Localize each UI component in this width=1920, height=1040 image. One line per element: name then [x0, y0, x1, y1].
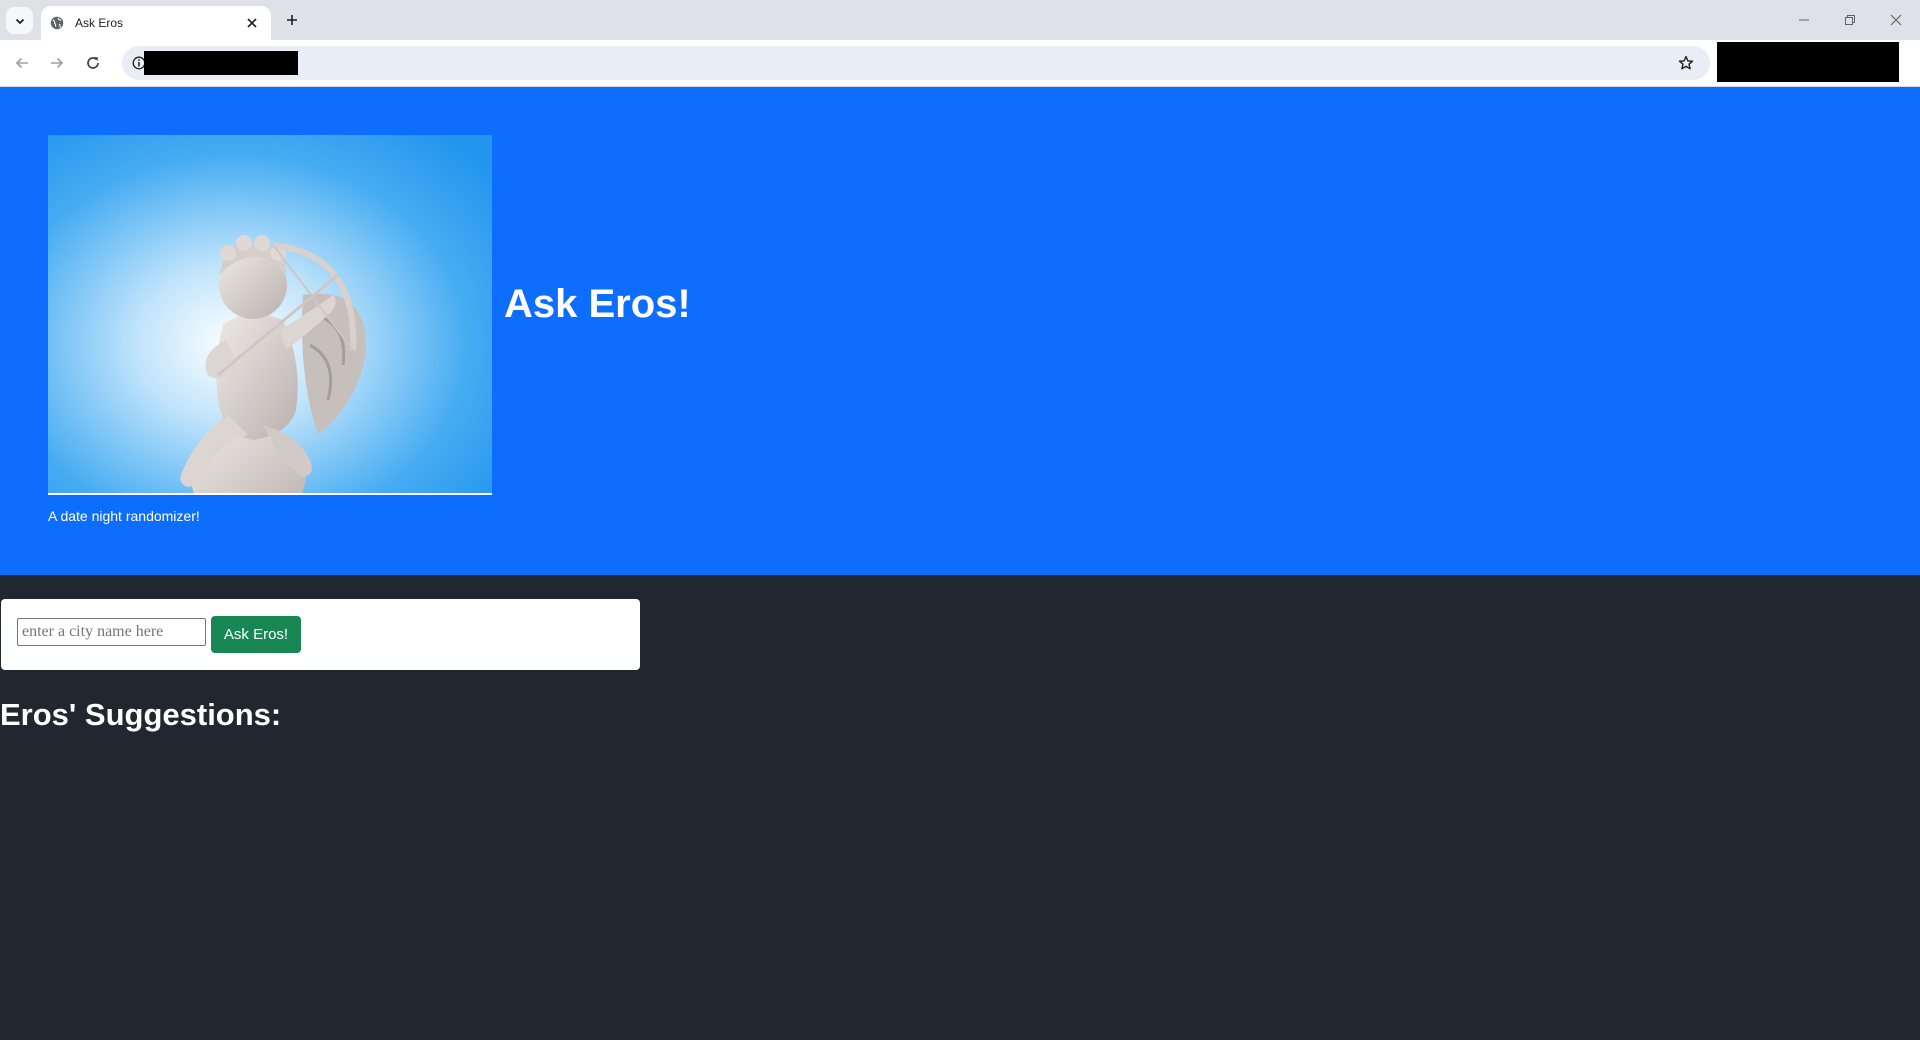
suggestions-heading: Eros' Suggestions:	[0, 697, 282, 732]
reload-button[interactable]	[80, 50, 106, 76]
plus-icon	[287, 15, 297, 25]
reload-icon	[87, 57, 99, 69]
page-title: Ask Eros!	[504, 282, 691, 326]
browser-toolbar	[0, 40, 1920, 87]
globe-icon	[49, 15, 65, 31]
page-subtitle: A date night randomizer!	[48, 508, 200, 524]
close-icon[interactable]	[243, 14, 261, 32]
tab-title: Ask Eros	[75, 16, 124, 30]
url-redacted	[144, 51, 298, 75]
ask-eros-button[interactable]: Ask Eros!	[211, 616, 301, 653]
forward-button[interactable]	[44, 50, 70, 76]
hero-banner: Ask Eros! A date night randomizer!	[0, 87, 1920, 575]
new-tab-button[interactable]	[281, 9, 303, 31]
arrow-right-icon	[51, 57, 64, 69]
arrow-left-icon	[15, 57, 28, 69]
browser-tab[interactable]: Ask Eros	[41, 6, 271, 40]
star-icon[interactable]	[1674, 51, 1698, 75]
chevron-down-icon	[15, 18, 24, 24]
restore-button[interactable]	[1838, 8, 1862, 32]
profile-area-redacted	[1717, 42, 1899, 82]
restore-icon	[1845, 15, 1855, 25]
page-content: Ask Eros! A date night randomizer! Ask E…	[0, 87, 1920, 1040]
cupid-image	[48, 135, 492, 495]
minimize-icon	[1799, 19, 1809, 21]
back-button[interactable]	[9, 50, 35, 76]
address-bar[interactable]	[122, 46, 1710, 80]
city-search-form: Ask Eros!	[1, 599, 640, 670]
browser-tab-strip: Ask Eros	[0, 0, 1920, 40]
close-window-button[interactable]	[1884, 8, 1908, 32]
tab-search-button[interactable]	[6, 7, 33, 34]
close-icon	[1890, 14, 1902, 26]
city-input[interactable]	[17, 618, 206, 646]
minimize-button[interactable]	[1792, 8, 1816, 32]
